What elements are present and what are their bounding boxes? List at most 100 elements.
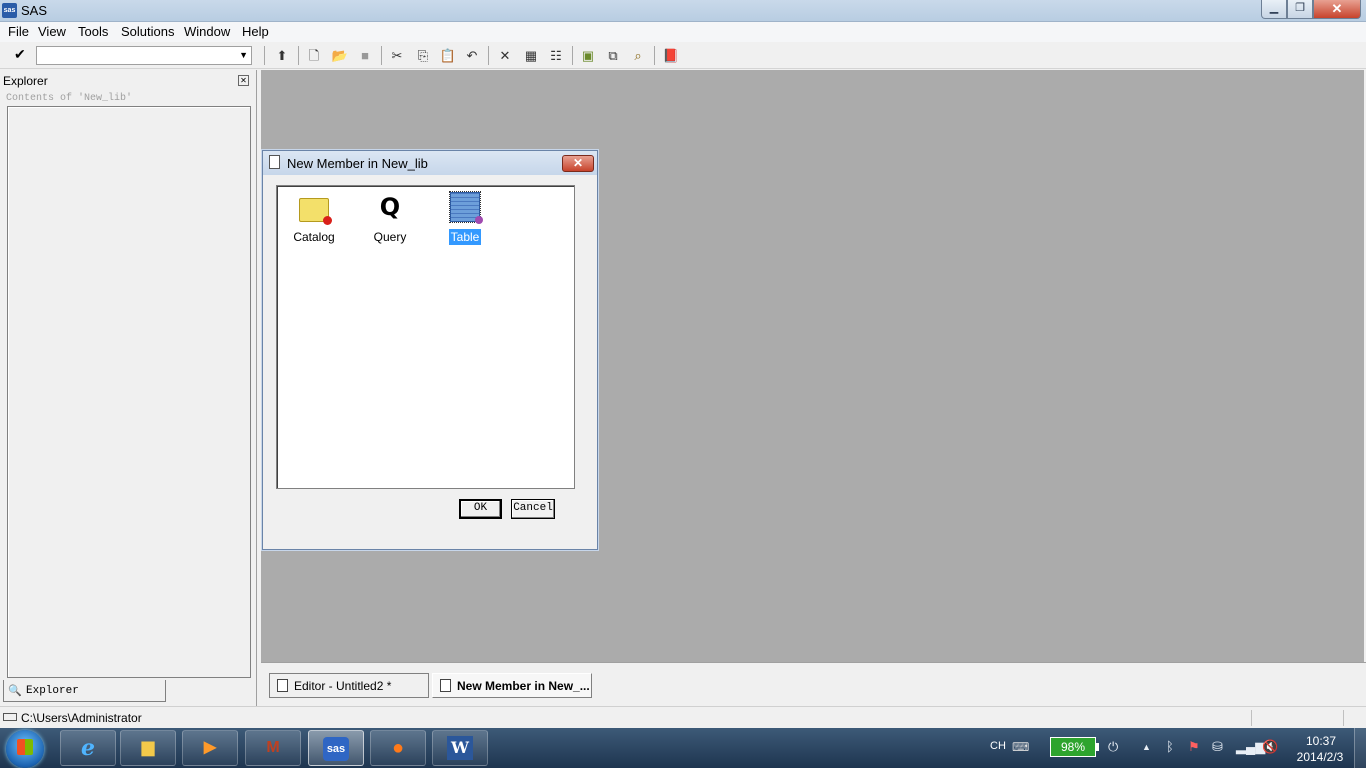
word-icon: W: [447, 736, 473, 760]
menu-tools[interactable]: Tools: [78, 24, 108, 39]
taskbar-matlab[interactable]: M: [245, 730, 301, 766]
matlab-icon: M: [266, 739, 280, 756]
tray-clock-date[interactable]: 2014/2/3: [1290, 750, 1350, 764]
restore-button[interactable]: ❐: [1287, 0, 1313, 19]
media-player-icon: ▶: [203, 739, 217, 756]
title-bar[interactable]: sas SAS ▁ ❐ ✕: [0, 0, 1366, 22]
internet-explorer-icon: e: [81, 735, 95, 761]
tray-clock-time[interactable]: 10:37: [1298, 734, 1344, 748]
explorer-title: Explorer: [3, 74, 48, 88]
explorer-pane: Explorer ✕ Contents of 'New_lib' 🔍 Explo…: [0, 70, 257, 706]
dialog-title-bar[interactable]: New Member in New_lib ✕: [263, 151, 597, 175]
menu-window[interactable]: Window: [184, 24, 230, 39]
window-tab-editor[interactable]: Editor - Untitled2 *: [269, 673, 429, 698]
usb-icon[interactable]: ⛁: [1212, 739, 1223, 755]
toolbar-separator: [381, 46, 382, 65]
menu-view[interactable]: View: [38, 24, 66, 39]
keyboard-icon[interactable]: ⌨: [1012, 740, 1029, 754]
firefox-icon: ●: [391, 737, 405, 759]
new-icon[interactable]: 🗋: [304, 46, 324, 65]
explorer-list[interactable]: [7, 106, 251, 678]
window-tab-new-member[interactable]: New Member in New_...: [432, 673, 592, 698]
paste-icon[interactable]: 📋: [438, 46, 458, 65]
find-icon[interactable]: ⌕: [628, 46, 648, 65]
member-type-list: Catalog Q Query Table: [276, 185, 575, 489]
taskbar-word[interactable]: W: [432, 730, 488, 766]
member-label-selected: Table: [448, 229, 482, 245]
toolbar-separator: [654, 46, 655, 65]
member-icon[interactable]: ⧉: [603, 46, 623, 65]
explorer-tab-icon: 🔍: [8, 685, 22, 697]
editor-icon: [277, 679, 288, 692]
restore-icon: ❐: [1295, 2, 1305, 14]
chevron-down-icon[interactable]: ▼: [239, 50, 248, 60]
document-icon: [440, 679, 451, 692]
menu-help[interactable]: Help: [242, 24, 269, 39]
tree-view-icon[interactable]: ☷: [546, 46, 566, 65]
status-divider: [1251, 710, 1252, 726]
document-icon: [269, 155, 280, 169]
member-query[interactable]: Q Query: [358, 192, 422, 246]
bluetooth-icon[interactable]: ᛒ: [1166, 739, 1174, 754]
query-icon: Q: [379, 193, 401, 221]
taskbar-firefox[interactable]: ●: [370, 730, 426, 766]
menu-file[interactable]: File: [8, 24, 29, 39]
toolbar-separator: [572, 46, 573, 65]
window-tab-label: Editor - Untitled2 *: [294, 679, 392, 693]
menu-solutions[interactable]: Solutions: [121, 24, 174, 39]
taskbar-internet-explorer[interactable]: e: [60, 730, 116, 766]
explorer-close-icon[interactable]: ✕: [238, 75, 249, 86]
window-tab-bar: Editor - Untitled2 * New Member in New_.…: [261, 662, 1366, 706]
volume-icon[interactable]: 🔇: [1262, 739, 1278, 755]
explorer-contents-label: Contents of 'New_lib': [6, 93, 133, 104]
show-desktop-button[interactable]: [1354, 728, 1366, 768]
command-box[interactable]: ▼: [36, 46, 252, 65]
toolbar-separator: [264, 46, 265, 65]
library-icon[interactable]: ▣: [578, 46, 598, 65]
delete-icon[interactable]: ✕: [495, 46, 515, 65]
undo-icon[interactable]: ↶: [462, 46, 482, 65]
menu-bar: File View Tools Solutions Window Help: [0, 22, 1366, 42]
taskbar-media-player[interactable]: ▶: [182, 730, 238, 766]
status-bar: C:\Users\Administrator: [0, 706, 1366, 728]
dialog-title: New Member in New_lib: [287, 156, 428, 171]
explorer-tab[interactable]: 🔍 Explorer: [3, 680, 166, 702]
minimize-button[interactable]: ▁: [1261, 0, 1287, 19]
taskbar: e ▆ ▶ M sas ● W CH ⌨ 98% ⏻ ▲ ᛒ ⚑ ⛁ ▂▄▆ 🔇…: [0, 728, 1366, 768]
dialog-close-button[interactable]: ✕: [562, 155, 594, 172]
tray-expand-icon[interactable]: ▲: [1142, 742, 1151, 752]
ok-button[interactable]: OK: [459, 499, 502, 519]
close-button[interactable]: ✕: [1313, 0, 1361, 19]
toolbar-separator: [298, 46, 299, 65]
power-plug-icon[interactable]: ⏻: [1108, 739, 1118, 755]
copy-icon[interactable]: ⎘: [413, 46, 433, 65]
toolbar-separator: [488, 46, 489, 65]
tray-battery[interactable]: 98%: [1050, 737, 1096, 757]
taskbar-sas[interactable]: sas: [308, 730, 364, 766]
up-folder-icon[interactable]: ⬆: [272, 46, 292, 65]
explorer-tab-label: Explorer: [26, 685, 79, 697]
new-member-dialog: New Member in New_lib ✕ Catalog Q Query …: [262, 150, 598, 550]
action-center-icon[interactable]: ⚑: [1188, 739, 1200, 755]
close-icon: ✕: [1331, 1, 1343, 16]
tray-language[interactable]: CH: [990, 740, 1006, 752]
cancel-button[interactable]: Cancel: [511, 499, 555, 519]
sas-icon: sas: [323, 737, 349, 761]
member-label: Query: [373, 230, 407, 244]
status-divider: [1343, 710, 1344, 726]
window-tab-label: New Member in New_...: [457, 679, 590, 693]
submit-command-icon[interactable]: ✔: [14, 46, 26, 63]
close-icon: ✕: [572, 156, 584, 170]
member-label: Catalog: [293, 230, 335, 244]
toolbar: ✔ ▼ ⬆ 🗋 📂 ■ ✂ ⎘ 📋 ↶ ✕ ▦ ☷ ▣ ⧉ ⌕ 📕: [0, 42, 1366, 69]
open-icon[interactable]: 📂: [330, 46, 350, 65]
member-table[interactable]: Table: [433, 191, 497, 246]
save-icon[interactable]: ■: [355, 46, 375, 65]
network-icon[interactable]: ▂▄▆: [1236, 739, 1265, 755]
start-button[interactable]: [6, 730, 44, 768]
taskbar-file-explorer[interactable]: ▆: [120, 730, 176, 766]
cut-icon[interactable]: ✂: [387, 46, 407, 65]
help-book-icon[interactable]: 📕: [661, 46, 681, 65]
details-view-icon[interactable]: ▦: [521, 46, 541, 65]
member-catalog[interactable]: Catalog: [282, 192, 346, 246]
